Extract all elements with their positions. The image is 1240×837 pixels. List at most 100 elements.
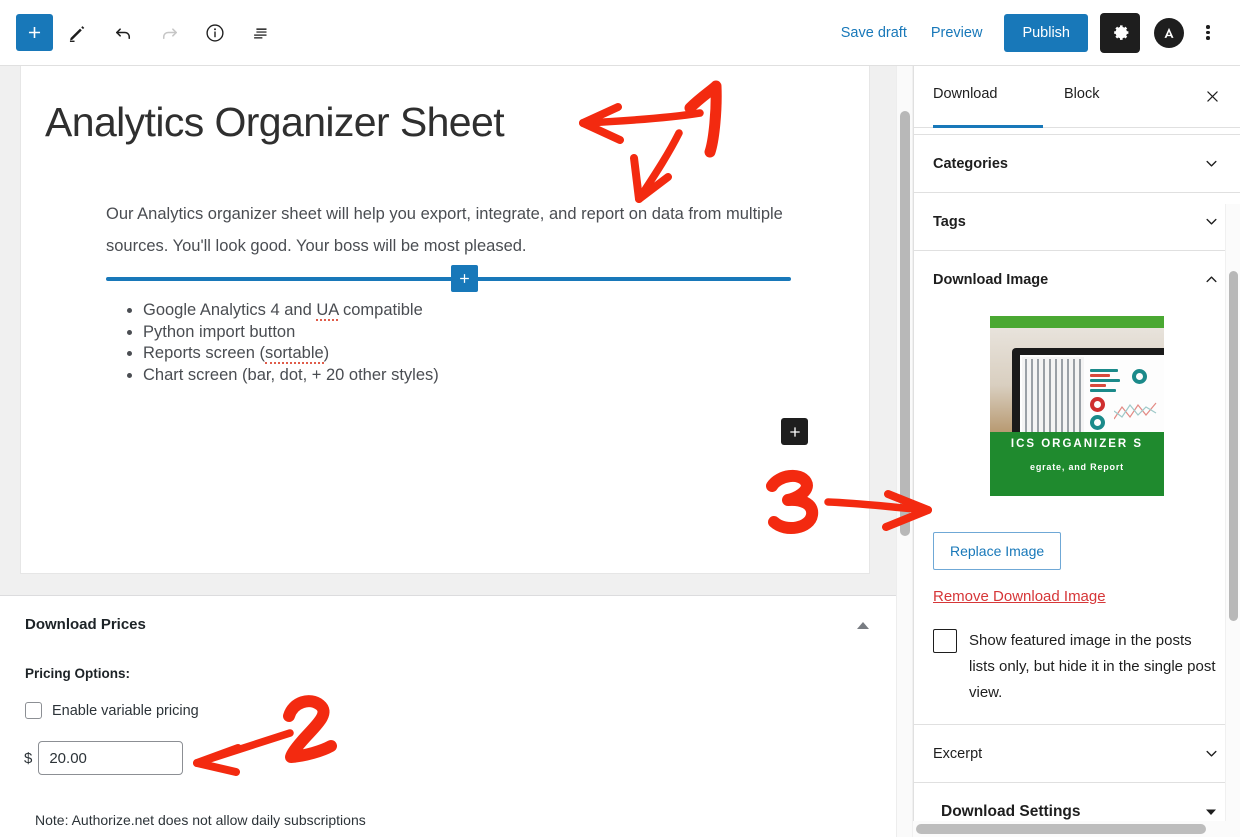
show-featured-image-row: Show featured image in the posts lists o… xyxy=(914,606,1240,724)
panel-tags: Tags xyxy=(914,193,1240,251)
list-item-text-pre: Python import button xyxy=(143,323,295,341)
thumbnail-subtitle-text: egrate, and Report xyxy=(990,462,1164,472)
replace-image-button[interactable]: Replace Image xyxy=(933,532,1061,570)
price-row: $ xyxy=(24,741,183,775)
show-featured-image-checkbox[interactable] xyxy=(933,629,957,653)
active-tab-indicator xyxy=(933,125,1043,128)
download-image-thumbnail[interactable]: ICS ORGANIZER S egrate, and Report xyxy=(990,316,1164,496)
undo-button[interactable] xyxy=(101,11,145,55)
enable-variable-pricing-label[interactable]: Enable variable pricing xyxy=(52,703,199,719)
gear-icon xyxy=(1110,22,1131,43)
preview-button[interactable]: Preview xyxy=(919,17,995,49)
chevron-down-icon xyxy=(1202,212,1221,231)
list-view-icon xyxy=(250,22,272,44)
panel-download-image: Download Image xyxy=(914,251,1240,725)
chevron-down-icon xyxy=(1202,154,1221,173)
metabox-collapse-button[interactable] xyxy=(852,616,874,634)
redo-arrow-icon xyxy=(158,21,181,44)
list-item-text-post: ) xyxy=(324,344,330,362)
pricing-note: Note: Authorize.net does not allow daily… xyxy=(35,812,366,828)
sidebar-scrollbar-track[interactable] xyxy=(1225,204,1240,837)
list-item[interactable]: Reports screen (sortable) xyxy=(143,343,439,365)
editor-scrollbar-thumb[interactable] xyxy=(900,111,910,536)
editor-toolbar: Save draft Preview Publish xyxy=(0,0,1240,66)
currency-symbol: $ xyxy=(24,750,32,767)
account-avatar-button[interactable] xyxy=(1154,18,1184,48)
more-options-button[interactable] xyxy=(1190,13,1226,53)
tools-pencil-button[interactable] xyxy=(55,11,99,55)
list-item-text-post: compatible xyxy=(338,301,422,319)
plus-icon xyxy=(457,271,472,286)
panel-categories: Categories xyxy=(914,135,1240,193)
list-view-button[interactable] xyxy=(239,11,283,55)
account-avatar-icon xyxy=(1160,24,1178,42)
post-title[interactable]: Analytics Organizer Sheet xyxy=(45,99,504,146)
panel-excerpt-header[interactable]: Excerpt xyxy=(914,725,1240,782)
settings-gear-button[interactable] xyxy=(1100,13,1140,53)
download-prices-metabox: Download Prices Pricing Options: Enable … xyxy=(0,595,898,837)
sidebar-hscrollbar-thumb[interactable] xyxy=(916,824,1206,834)
post-canvas[interactable]: Analytics Organizer Sheet Our Analytics … xyxy=(20,66,870,574)
enable-variable-pricing-checkbox[interactable] xyxy=(25,702,42,719)
editor-region: Analytics Organizer Sheet Our Analytics … xyxy=(0,66,898,837)
panel-tags-header[interactable]: Tags xyxy=(914,193,1240,250)
details-info-button[interactable] xyxy=(193,11,237,55)
misspelled-word: sortable xyxy=(265,344,324,364)
line-chart-graphic xyxy=(1114,397,1160,431)
inline-block-inserter-button[interactable] xyxy=(451,265,478,292)
enable-variable-pricing-row: Enable variable pricing xyxy=(25,702,199,719)
pricing-options-label: Pricing Options: xyxy=(25,666,130,681)
sidebar-scrollbar-thumb[interactable] xyxy=(1229,271,1238,621)
panel-download-image-header[interactable]: Download Image xyxy=(914,251,1240,308)
panel-excerpt: Excerpt xyxy=(914,725,1240,783)
triangle-down-icon xyxy=(1204,805,1218,819)
panel-download-image-label: Download Image xyxy=(933,272,1048,288)
editor-scrollbar-track[interactable] xyxy=(896,66,912,837)
thumbnail-title-text: ICS ORGANIZER S xyxy=(990,438,1164,450)
tab-download[interactable]: Download xyxy=(933,86,998,102)
plus-icon xyxy=(787,424,803,440)
sidebar-hscrollbar-track[interactable] xyxy=(913,821,1240,837)
list-item[interactable]: Chart screen (bar, dot, + 20 other style… xyxy=(143,365,439,387)
redo-button[interactable] xyxy=(147,11,191,55)
plus-icon xyxy=(25,23,44,42)
chevron-up-icon xyxy=(1202,270,1221,289)
list-item-text-pre: Google Analytics 4 and xyxy=(143,301,316,319)
tab-block[interactable]: Block xyxy=(1064,86,1099,102)
list-item[interactable]: Google Analytics 4 and UA compatible xyxy=(143,300,439,322)
pencil-icon xyxy=(66,22,88,44)
settings-sidebar: Download Block Categories Tags xyxy=(913,66,1240,837)
list-item-text-pre: Reports screen ( xyxy=(143,344,265,362)
download-image-body: ICS ORGANIZER S egrate, and Report xyxy=(914,316,1240,512)
list-item[interactable]: Python import button xyxy=(143,322,439,344)
panel-categories-header[interactable]: Categories xyxy=(914,135,1240,192)
remove-download-image-link[interactable]: Remove Download Image xyxy=(933,588,1106,605)
kebab-menu-icon xyxy=(1206,23,1210,42)
separator-block[interactable] xyxy=(106,277,791,283)
feature-list-block[interactable]: Google Analytics 4 and UA compatible Pyt… xyxy=(121,300,439,386)
add-block-button[interactable] xyxy=(16,14,53,51)
toolbar-left-group xyxy=(0,11,283,55)
sidebar-spacer xyxy=(914,128,1240,135)
close-sidebar-button[interactable] xyxy=(1200,84,1224,108)
info-circle-icon xyxy=(204,22,226,44)
panel-excerpt-label: Excerpt xyxy=(933,746,982,762)
triangle-up-icon xyxy=(857,622,869,629)
thumbnail-photo-area xyxy=(990,328,1164,432)
publish-button[interactable]: Publish xyxy=(1004,14,1088,52)
show-featured-image-label[interactable]: Show featured image in the posts lists o… xyxy=(969,628,1221,706)
price-input[interactable] xyxy=(38,741,183,775)
metabox-title: Download Prices xyxy=(25,616,146,633)
undo-arrow-icon xyxy=(112,21,135,44)
misspelled-word: UA xyxy=(316,301,338,321)
toolbar-right-group: Save draft Preview Publish xyxy=(829,13,1240,53)
spreadsheet-screen-graphic xyxy=(1020,355,1164,439)
panel-tags-label: Tags xyxy=(933,214,966,230)
close-x-icon xyxy=(1204,88,1221,105)
block-appender-button[interactable] xyxy=(781,418,808,445)
thumbnail-top-band xyxy=(990,316,1164,328)
list-item-text-pre: Chart screen (bar, dot, + 20 other style… xyxy=(143,366,439,384)
panel-categories-label: Categories xyxy=(933,156,1008,172)
save-draft-button[interactable]: Save draft xyxy=(829,17,919,49)
post-paragraph-block[interactable]: Our Analytics organizer sheet will help … xyxy=(106,198,786,262)
